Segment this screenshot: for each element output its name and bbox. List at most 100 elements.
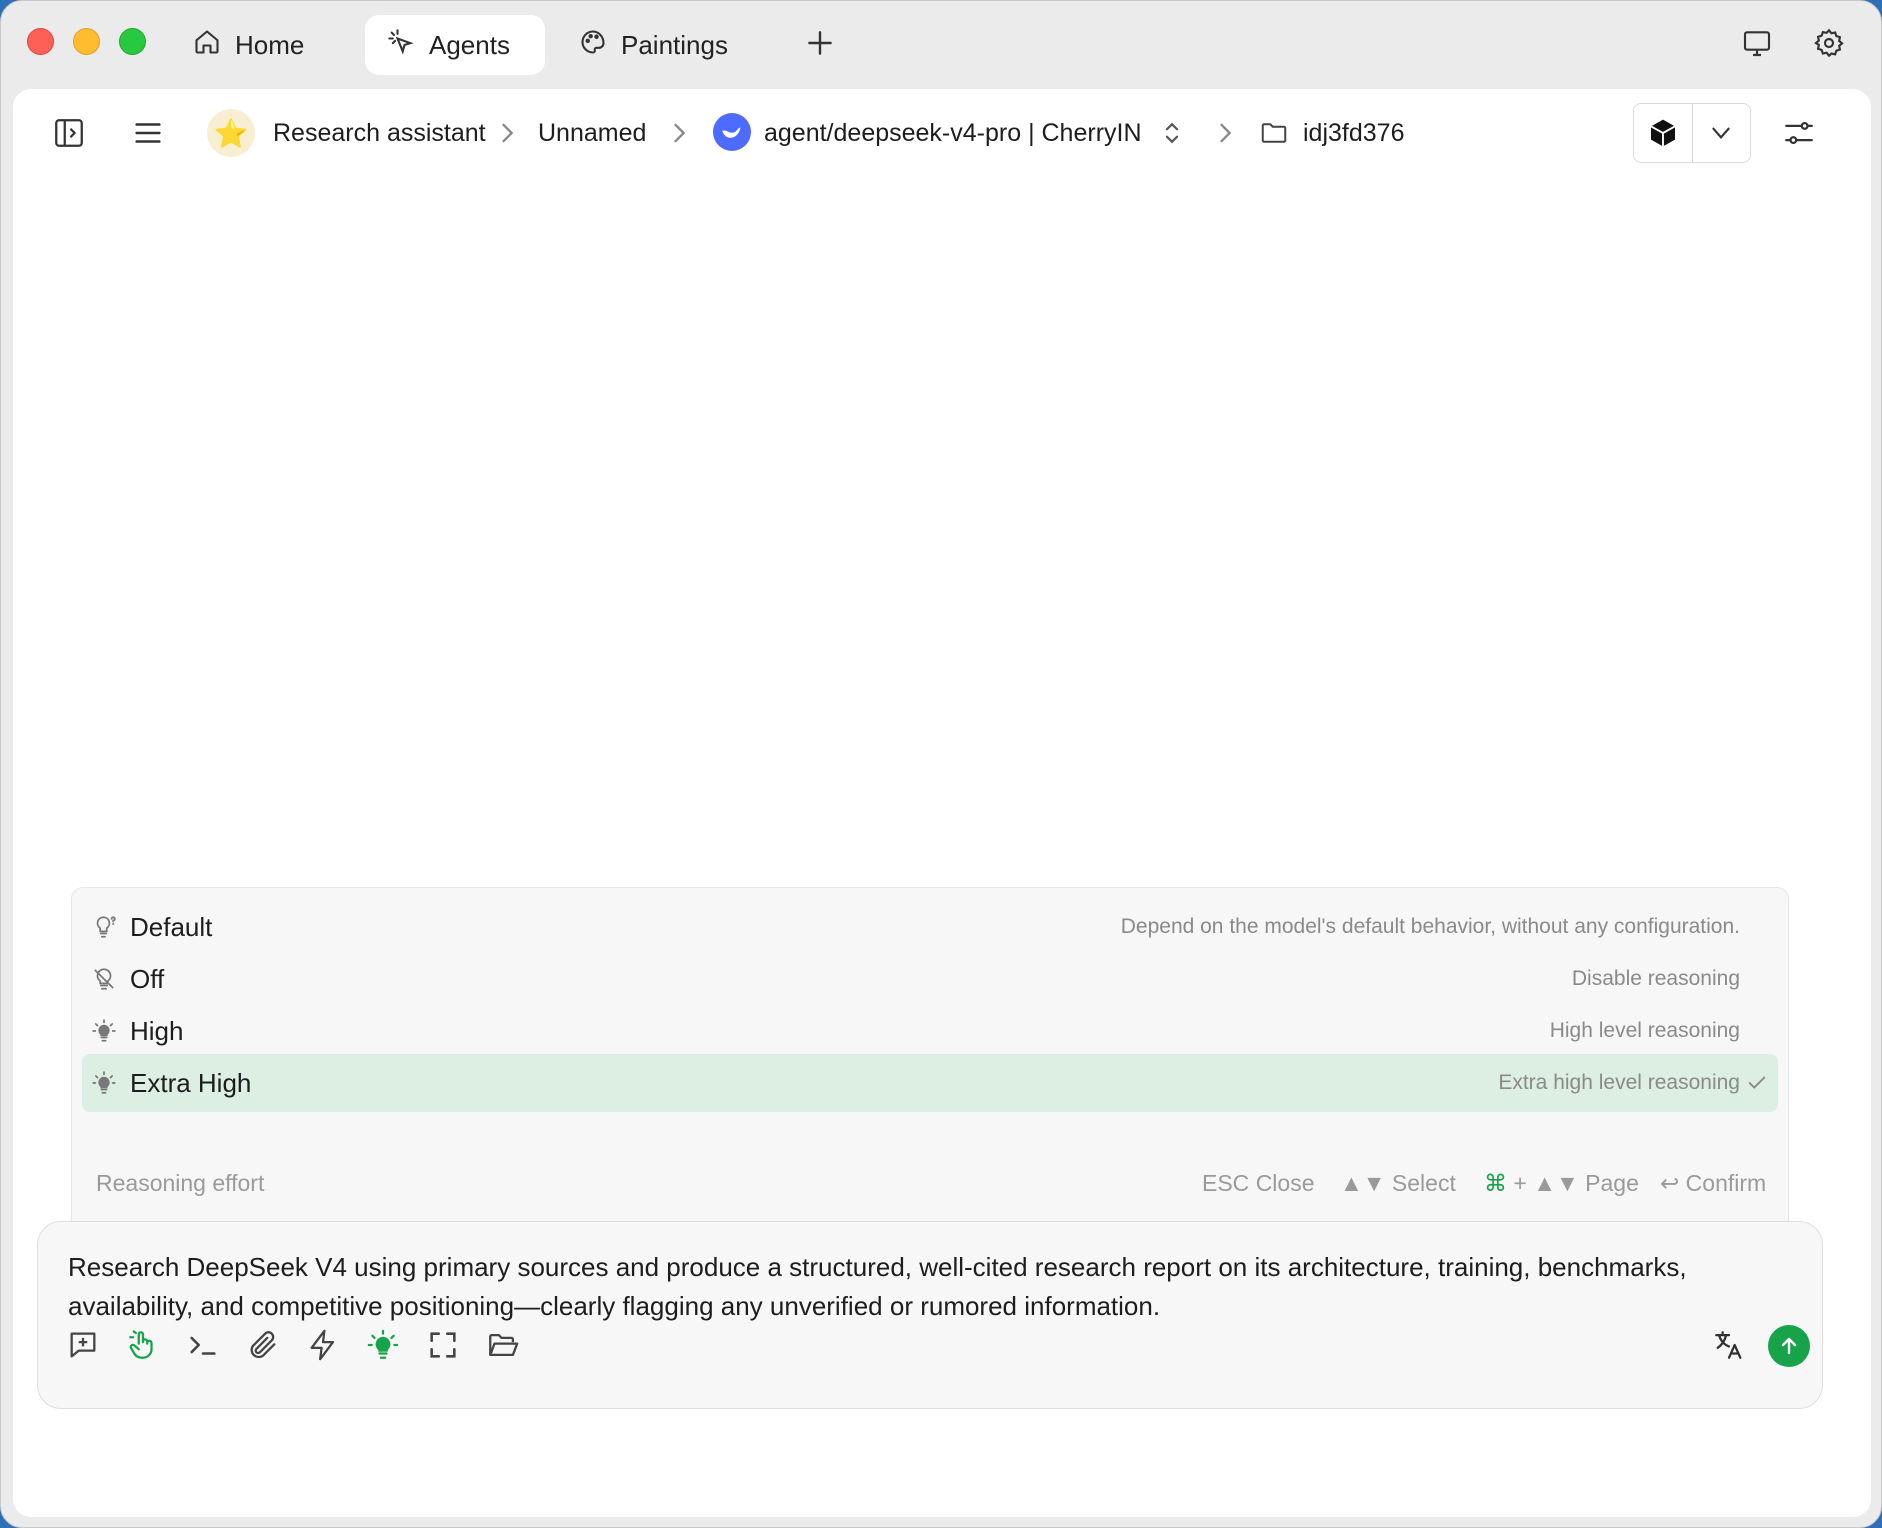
model-name: agent/deepseek-v4-pro | CherryIN	[764, 118, 1142, 147]
sidebar-toggle-icon	[55, 119, 83, 147]
cube-button[interactable]	[1634, 104, 1692, 162]
confirm-hint: ↩ Confirm	[1660, 1170, 1766, 1197]
dropdown-button[interactable]	[1691, 104, 1751, 162]
send-button[interactable]	[1768, 1325, 1810, 1367]
esc-key: ESC	[1202, 1170, 1250, 1196]
menu-button[interactable]	[126, 111, 170, 155]
cube-icon	[1650, 119, 1676, 147]
breadcrumb-agent[interactable]: Research assistant	[273, 109, 486, 157]
translate-button[interactable]	[1708, 1324, 1750, 1366]
new-topic-button[interactable]	[62, 1324, 104, 1366]
arrows-key: ▲▼	[1340, 1170, 1386, 1196]
return-key: ↩	[1660, 1170, 1680, 1196]
esc-hint: ESC Close	[1202, 1170, 1315, 1197]
environment-split-button	[1633, 103, 1751, 163]
plus-icon	[808, 31, 832, 55]
select-hint: ▲▼ Select	[1340, 1170, 1456, 1197]
agents-icon	[387, 28, 415, 63]
agent-name: Research assistant	[273, 118, 486, 147]
tab-agents[interactable]: Agents	[365, 15, 545, 75]
reasoning-option-extra-high[interactable]: Extra High Extra high level reasoning	[82, 1054, 1778, 1112]
tool-approval-button[interactable]	[122, 1324, 164, 1366]
reasoning-option-off[interactable]: Off Disable reasoning	[82, 950, 1778, 1008]
paperclip-icon	[250, 1331, 276, 1359]
hamburger-icon	[135, 123, 161, 143]
minimize-window-button[interactable]	[73, 28, 100, 55]
toggle-sidebar-button[interactable]	[47, 111, 91, 155]
session-name: Unnamed	[538, 118, 647, 147]
sliders-icon	[1785, 121, 1813, 145]
esc-label: Close	[1255, 1170, 1315, 1196]
tab-home[interactable]: Home	[171, 15, 326, 75]
arrow-up-icon	[1781, 1337, 1797, 1355]
option-label: Off	[130, 963, 165, 994]
open-folder-button[interactable]	[482, 1324, 524, 1366]
option-label: High	[130, 1015, 184, 1046]
maximize-window-button[interactable]	[119, 28, 146, 55]
chevron-right-icon	[674, 123, 686, 143]
reasoning-effort-menu: Default Depend on the model's default be…	[71, 887, 1789, 1227]
option-label: Extra High	[130, 1067, 252, 1098]
message-input[interactable]: Research DeepSeek V4 using primary sourc…	[68, 1248, 1768, 1326]
reasoning-option-default[interactable]: Default Depend on the model's default be…	[82, 898, 1778, 956]
terminal-icon	[190, 1336, 216, 1355]
session-settings-button[interactable]	[1777, 111, 1821, 155]
command-key: ⌘	[1484, 1170, 1507, 1196]
quick-action-button[interactable]	[302, 1324, 344, 1366]
hand-pointer-icon	[129, 1330, 153, 1359]
folder-open-icon	[489, 1333, 519, 1357]
chat-input-box: Research DeepSeek V4 using primary sourc…	[37, 1221, 1823, 1409]
palette-icon	[579, 28, 607, 63]
lightbulb-icon	[90, 1069, 118, 1097]
title-bar: Home Agents Paintings	[1, 1, 1881, 89]
reasoning-effort-button[interactable]	[362, 1324, 404, 1366]
star-icon: ⭐	[213, 117, 249, 149]
chevron-right-icon	[502, 123, 514, 143]
tab-label: Home	[235, 29, 305, 60]
model-selector[interactable]: agent/deepseek-v4-pro | CherryIN	[764, 109, 1142, 157]
select-label: Select	[1391, 1170, 1456, 1196]
folder-name: idj3fd376	[1303, 118, 1405, 147]
display-button[interactable]	[1739, 25, 1775, 61]
lightbulb-off-icon	[90, 965, 118, 993]
confirm-label: Confirm	[1685, 1170, 1767, 1196]
menu-title: Reasoning effort	[96, 1170, 265, 1196]
attach-button[interactable]	[242, 1324, 284, 1366]
folder-icon	[1261, 123, 1287, 143]
breadcrumb-folder[interactable]: idj3fd376	[1259, 109, 1404, 157]
option-description: Depend on the model's default behavior, …	[1120, 915, 1740, 938]
option-label: Default	[130, 911, 213, 942]
deepseek-logo-icon	[713, 113, 751, 151]
reasoning-option-high[interactable]: High High level reasoning	[82, 1002, 1778, 1060]
lightbulb-icon	[90, 1017, 118, 1045]
menu-footer: Reasoning effort ESC Close ▲▼ Select ⌘ +…	[72, 1156, 1788, 1212]
option-description: Extra high level reasoning	[1498, 1071, 1740, 1094]
terminal-button[interactable]	[182, 1324, 224, 1366]
lightning-icon	[310, 1329, 335, 1361]
lightbulb-question-icon	[90, 913, 118, 941]
message-plus-icon	[70, 1332, 96, 1358]
fullscreen-button[interactable]	[422, 1324, 464, 1366]
option-description: High level reasoning	[1549, 1019, 1740, 1042]
settings-button[interactable]	[1811, 25, 1847, 61]
page-plus: + ▲▼	[1513, 1170, 1579, 1196]
tab-paintings[interactable]: Paintings	[557, 15, 750, 75]
tab-label: Paintings	[621, 29, 728, 60]
check-icon	[1748, 1076, 1766, 1089]
translate-icon	[1715, 1331, 1742, 1359]
app-window: Home Agents Paintings ⭐ Research assista…	[0, 0, 1882, 1528]
new-tab-button[interactable]	[802, 25, 838, 61]
agent-avatar: ⭐	[207, 109, 255, 157]
page-label: Page	[1585, 1170, 1639, 1196]
expand-icon	[430, 1332, 456, 1358]
main-panel: ⭐ Research assistant Unnamed agent/deeps…	[13, 89, 1871, 1517]
lightbulb-icon	[367, 1329, 399, 1359]
chevron-right-icon	[1220, 123, 1232, 143]
close-window-button[interactable]	[27, 28, 54, 55]
breadcrumb-session[interactable]: Unnamed	[538, 109, 646, 157]
option-description: Disable reasoning	[1571, 967, 1740, 990]
chevron-up-down-icon[interactable]	[1157, 118, 1187, 148]
breadcrumb-bar: ⭐ Research assistant Unnamed agent/deeps…	[13, 89, 1871, 177]
page-hint: ⌘ + ▲▼ Page	[1484, 1170, 1639, 1197]
tab-label: Agents	[429, 29, 510, 60]
